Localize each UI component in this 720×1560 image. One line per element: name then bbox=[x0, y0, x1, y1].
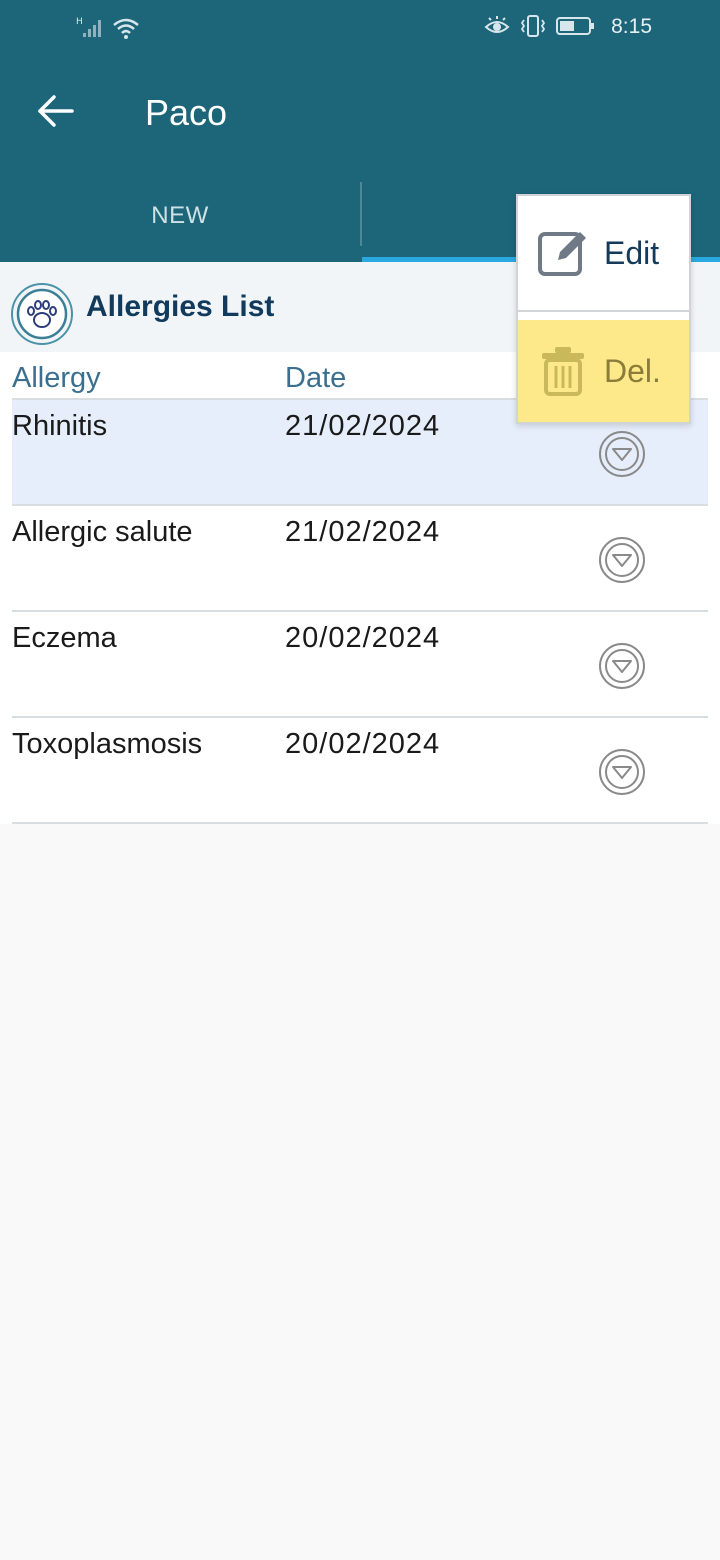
menu-item-delete[interactable]: Del. bbox=[518, 320, 689, 422]
wifi-icon bbox=[112, 16, 140, 40]
allergy-date: 20/02/2024 bbox=[285, 728, 441, 760]
column-header-allergy: Allergy bbox=[12, 362, 101, 394]
allergy-date: 21/02/2024 bbox=[285, 516, 441, 548]
back-button[interactable] bbox=[30, 90, 82, 136]
menu-label-delete: Del. bbox=[604, 352, 661, 389]
battery-icon bbox=[556, 15, 596, 37]
trash-icon bbox=[536, 344, 590, 398]
status-time: 8:15 bbox=[611, 15, 652, 38]
column-header-date: Date bbox=[285, 362, 347, 394]
paw-icon bbox=[10, 282, 74, 346]
arrow-left-icon bbox=[36, 93, 76, 134]
allergy-date: 20/02/2024 bbox=[285, 622, 441, 654]
table-row[interactable]: Toxoplasmosis 20/02/2024 bbox=[12, 718, 708, 824]
table-row[interactable]: Allergic salute 21/02/2024 bbox=[12, 506, 708, 612]
eye-comfort-icon bbox=[484, 15, 510, 37]
allergy-date: 21/02/2024 bbox=[285, 410, 441, 442]
app-bar: Paco bbox=[0, 56, 720, 170]
menu-label-edit: Edit bbox=[604, 234, 660, 271]
menu-item-edit[interactable]: Edit bbox=[518, 196, 689, 312]
edit-icon bbox=[536, 226, 590, 280]
section-title: Allergies List bbox=[86, 290, 275, 323]
chevron-down-circle-icon[interactable] bbox=[598, 536, 646, 584]
chevron-down-circle-icon[interactable] bbox=[598, 748, 646, 796]
allergy-name: Eczema bbox=[12, 622, 117, 654]
cellular-signal-icon: H bbox=[74, 14, 106, 40]
svg-text:H: H bbox=[76, 17, 83, 27]
allergy-name: Allergic salute bbox=[12, 516, 193, 548]
context-menu: Edit Del. bbox=[516, 194, 691, 424]
status-bar: H 8:15 bbox=[0, 0, 720, 56]
page-title: Paco bbox=[145, 92, 228, 133]
vibrate-icon bbox=[520, 14, 546, 38]
table-row[interactable]: Eczema 20/02/2024 bbox=[12, 612, 708, 718]
chevron-down-circle-icon[interactable] bbox=[598, 642, 646, 690]
chevron-down-circle-icon[interactable] bbox=[598, 430, 646, 478]
status-right-icons bbox=[484, 14, 596, 38]
allergy-name: Rhinitis bbox=[12, 410, 108, 442]
allergy-name: Toxoplasmosis bbox=[12, 728, 203, 760]
status-left-icons: H bbox=[74, 14, 140, 40]
tab-new[interactable]: NEW bbox=[0, 170, 360, 262]
